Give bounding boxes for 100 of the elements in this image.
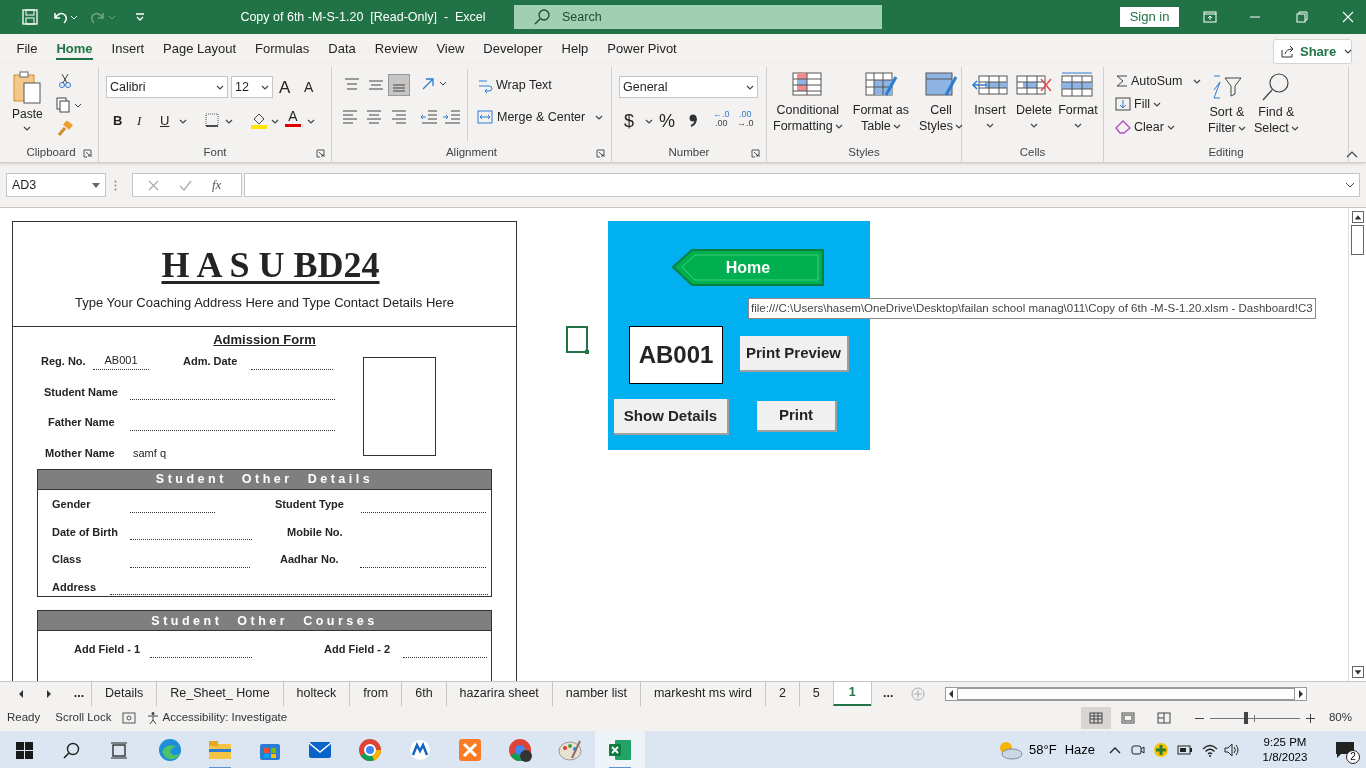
search-icon[interactable] <box>63 741 80 759</box>
fill-button[interactable]: Fill <box>1115 95 1161 114</box>
font-name-field[interactable]: Calibri <box>106 76 228 98</box>
sheet-tab[interactable]: 2 <box>764 681 799 706</box>
insert-cells-button[interactable]: Insert <box>970 71 1010 128</box>
name-box[interactable]: AD3 <box>6 173 106 197</box>
currency-button[interactable]: $ <box>624 108 634 135</box>
paint-icon[interactable] <box>558 738 582 762</box>
format-cells-button[interactable]: Format <box>1058 71 1098 128</box>
search-field[interactable]: Search <box>514 5 882 29</box>
scroll-thumb[interactable] <box>1351 225 1364 255</box>
increase-decimal-button[interactable]: ←.0 .00 <box>713 110 730 128</box>
notifications-button[interactable]: 2 <box>1328 735 1362 765</box>
scroll-thumb[interactable] <box>956 687 1295 700</box>
sheet-tab[interactable]: from <box>349 681 402 706</box>
close-icon[interactable] <box>1342 11 1354 23</box>
save-icon[interactable] <box>22 9 38 25</box>
sheet-tab[interactable]: Re_Sheet_ Home <box>156 681 283 706</box>
ribbon-tab[interactable]: Insert <box>102 34 154 64</box>
ribbon-tab[interactable]: Data <box>318 34 366 64</box>
clear-button[interactable]: Clear <box>1115 118 1175 137</box>
underline-button[interactable]: U <box>160 111 170 131</box>
ribbon-tab[interactable]: Page Layout <box>153 34 246 64</box>
accessibility-button[interactable]: Accessibility: Investigate <box>145 709 288 727</box>
ribbon-tab[interactable]: Help <box>552 34 598 64</box>
ribbon-tab[interactable]: Formulas <box>245 34 319 64</box>
font-size-field[interactable]: 12 <box>231 76 273 98</box>
windows-icon[interactable] <box>16 741 33 759</box>
dialog-launcher-icon[interactable] <box>316 149 325 158</box>
print-button[interactable]: Print <box>757 401 837 432</box>
meet-icon[interactable] <box>1131 743 1145 757</box>
update-icon[interactable] <box>1153 742 1169 758</box>
macro-icon[interactable] <box>121 712 136 724</box>
sheet-tab[interactable]: 5 <box>798 681 833 706</box>
format-as-table-button[interactable]: Format as Table <box>850 71 911 134</box>
insert-function-button[interactable]: fx <box>212 175 222 195</box>
clock-time[interactable]: 9:25 PM <box>1263 735 1307 750</box>
copy-icon[interactable] <box>56 97 82 113</box>
find-select-button[interactable]: Find & Select <box>1254 72 1299 136</box>
comma-style-icon[interactable] <box>688 113 698 127</box>
page-break-view-icon[interactable] <box>1156 712 1171 724</box>
chrome-profile-icon[interactable] <box>508 738 532 762</box>
share-button[interactable]: Share <box>1273 39 1352 64</box>
chrome-icon[interactable] <box>358 738 382 762</box>
wrap-text-button[interactable]: Wrap Text <box>477 76 552 95</box>
formula-field[interactable] <box>244 173 1360 197</box>
ribbon-tab[interactable]: Developer <box>473 34 553 64</box>
delete-cells-button[interactable]: Delete <box>1014 71 1054 128</box>
ribbon-tab[interactable]: Power Pivot <box>597 34 687 64</box>
italic-button[interactable]: I <box>137 111 142 131</box>
number-format-field[interactable]: General <box>619 76 758 98</box>
clock-date[interactable]: 1/8/2023 <box>1262 750 1308 765</box>
percent-button[interactable]: % <box>659 108 675 135</box>
ribbon-tab[interactable]: File <box>7 34 47 64</box>
chevron-up-icon[interactable] <box>1109 746 1121 754</box>
xampp-icon[interactable] <box>458 738 482 762</box>
ribbon-tab[interactable]: Home <box>46 34 103 64</box>
ribbon-display-icon[interactable] <box>1203 11 1217 23</box>
show-details-button[interactable]: Show Details <box>614 399 729 435</box>
font-color-button[interactable]: A <box>284 109 302 127</box>
sheet-tab[interactable]: 6th <box>401 681 446 706</box>
scroll-right-icon[interactable] <box>46 689 52 698</box>
sheet-tab[interactable]: markesht ms wird <box>639 681 765 706</box>
zoom-level[interactable]: 80% <box>1328 709 1352 727</box>
app-icon[interactable] <box>408 738 432 762</box>
browser-icon[interactable] <box>158 738 182 762</box>
bold-button[interactable]: B <box>113 111 123 131</box>
dialog-launcher-icon[interactable] <box>83 149 92 158</box>
excel-icon[interactable] <box>608 738 632 762</box>
more-sheets-button[interactable]: ... <box>870 681 905 706</box>
increase-font-button[interactable]: A <box>279 75 291 101</box>
zoom-slider-thumb[interactable] <box>1243 712 1248 724</box>
conditional-formatting-button[interactable]: Conditional Formatting <box>771 71 845 134</box>
scroll-down-icon[interactable] <box>1351 666 1364 678</box>
ribbon-tab[interactable]: Review <box>365 34 427 64</box>
restore-icon[interactable] <box>1296 11 1308 23</box>
sheet-tab[interactable]: hazarira sheet <box>445 681 552 706</box>
decrease-decimal-button[interactable]: .00 →.0 <box>737 110 754 128</box>
sheet-tab[interactable]: Details <box>91 681 157 706</box>
task-view-icon[interactable] <box>110 741 128 759</box>
speaker-icon[interactable] <box>1224 743 1240 757</box>
cell-styles-button[interactable]: Cell Styles <box>917 71 966 134</box>
collapse-ribbon-icon[interactable] <box>1346 150 1358 158</box>
scroll-up-icon[interactable] <box>1351 211 1364 223</box>
folder-icon[interactable] <box>208 738 232 762</box>
paste-button[interactable]: Paste <box>12 71 43 131</box>
dialog-launcher-icon[interactable] <box>596 149 605 158</box>
customize-icon[interactable] <box>134 11 146 23</box>
normal-view-icon[interactable] <box>1088 712 1103 724</box>
merge-center-button[interactable]: Merge & Center <box>477 108 604 127</box>
cut-icon[interactable] <box>58 73 72 89</box>
battery-icon[interactable] <box>1177 744 1193 756</box>
decrease-font-button[interactable]: A <box>304 77 314 98</box>
more-sheets-button[interactable]: ... <box>67 684 91 703</box>
sort-filter-button[interactable]: Sort & Filter <box>1208 72 1246 136</box>
sheet-tab[interactable]: holteck <box>282 681 350 706</box>
zoom-in-icon[interactable] <box>1305 713 1315 723</box>
sheet-tab[interactable]: namber list <box>551 681 640 706</box>
fill-color-icon[interactable] <box>250 111 268 129</box>
page-layout-view-icon[interactable] <box>1120 712 1135 724</box>
